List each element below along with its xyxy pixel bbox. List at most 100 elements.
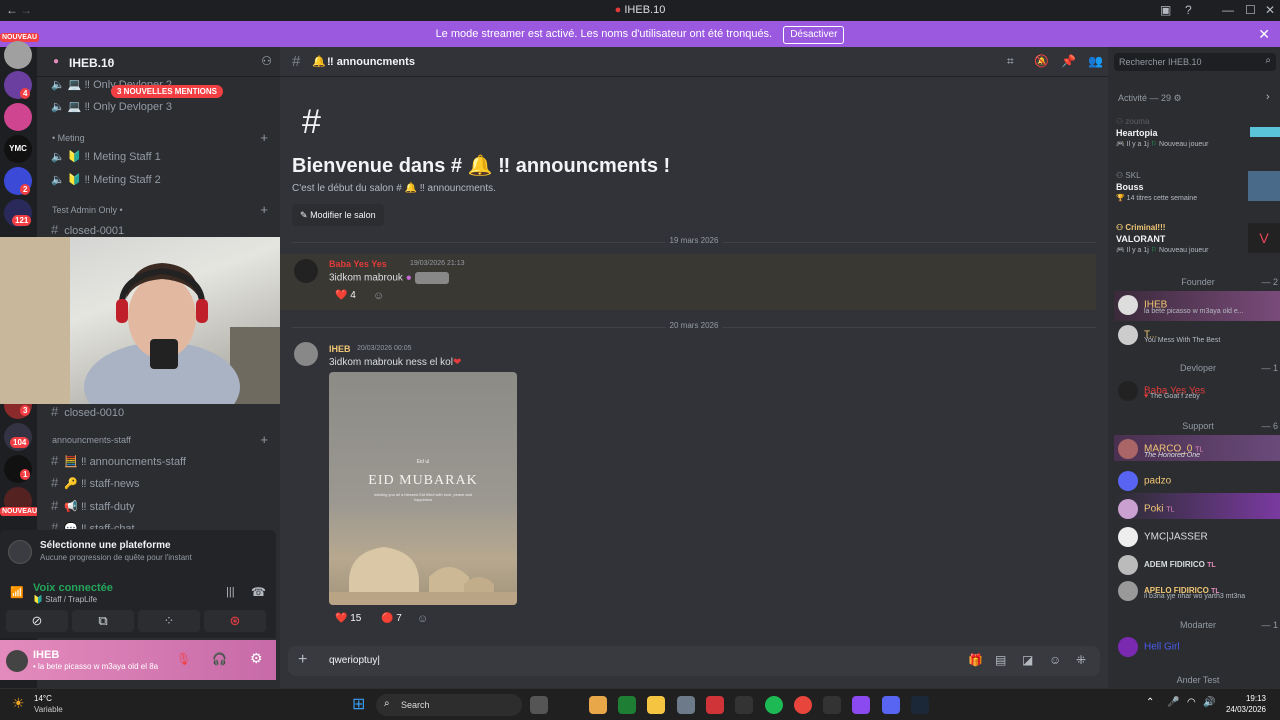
member-item[interactable]: Hell Girl	[1118, 637, 1180, 657]
activity-card[interactable]: ⚇ zouma Heartopia 🎮 Il y a 1j ⚐ Nouveau …	[1116, 117, 1280, 159]
reaction-custom[interactable]: 🔴 7	[375, 610, 408, 630]
spotify-icon[interactable]	[765, 696, 783, 714]
add-reaction-icon[interactable]: ☺	[373, 290, 384, 302]
inbox-icon[interactable]: ▣	[1160, 3, 1171, 17]
member-list-icon[interactable]: 👥	[1088, 54, 1103, 68]
text-channel[interactable]: # closed-0001	[51, 222, 124, 237]
soundboard-button[interactable]: ⊛	[204, 610, 266, 632]
new-mentions-pill[interactable]: 3 NOUVELLES MENTIONS	[111, 85, 224, 98]
disconnect-icon[interactable]: ☎	[251, 585, 266, 599]
add-member-icon[interactable]: ⚇	[261, 54, 272, 68]
search-box[interactable]: Rechercher IHEB.10 ⌕	[1114, 53, 1276, 71]
gift-icon[interactable]: 🎁	[968, 653, 983, 667]
weather-icon[interactable]: ☀	[12, 695, 25, 712]
wifi-icon[interactable]: ◠	[1187, 697, 1196, 708]
add-reaction-icon[interactable]: ☺	[417, 613, 428, 625]
chevron-up-icon[interactable]: ⌃	[1146, 697, 1154, 708]
text-channel[interactable]: # 💬 ‼ staff-chat	[51, 520, 135, 529]
clipchamp-icon[interactable]	[852, 696, 870, 714]
pin-icon[interactable]: 📌	[1061, 54, 1076, 68]
taskbar-search[interactable]: ⌕ Search	[376, 694, 522, 716]
add-channel-icon[interactable]: +	[260, 432, 268, 447]
quest-panel[interactable]: Sélectionne une plateforme Aucune progre…	[0, 530, 276, 574]
avatar[interactable]	[294, 259, 318, 283]
help-icon[interactable]: ?	[1185, 3, 1192, 17]
volume-icon[interactable]: 🔊	[1203, 697, 1215, 708]
voice-channel[interactable]: 🔈 🔰 ‼ Meting Staff 1	[51, 150, 161, 163]
member-item[interactable]: padzo	[1118, 471, 1171, 491]
server-icon[interactable]	[4, 41, 32, 69]
message-input[interactable]: qwerioptuy|	[329, 655, 380, 666]
voice-channel[interactable]: 🔈 🔰 ‼ Meting Staff 2	[51, 173, 161, 186]
activity-card[interactable]: ⚇ Criminal!!! VALORANT 🎮 Il y a 1j ⚐ Nou…	[1116, 223, 1280, 263]
message-highlighted[interactable]: Baba Yes Yes 19/03/2026 21:13 3idkom mab…	[280, 254, 1096, 310]
message-author[interactable]: IHEB	[329, 344, 351, 354]
apps-icon[interactable]: ⁜	[1076, 653, 1086, 667]
voice-channel-name[interactable]: 🔰 Staff / TrapLife	[33, 595, 97, 604]
activities-button[interactable]: ⁘	[138, 610, 200, 632]
member-item[interactable]: ADEM FIDIRICO TL	[1118, 555, 1216, 575]
app-icon[interactable]	[706, 696, 724, 714]
add-channel-icon[interactable]: +	[260, 130, 268, 145]
video-off-button[interactable]: ⊘	[6, 610, 68, 632]
discord-icon[interactable]	[882, 696, 900, 714]
windows-start-icon[interactable]: ⊞	[352, 694, 365, 714]
avatar[interactable]	[294, 342, 318, 366]
server-icon[interactable]	[4, 103, 32, 131]
server-header[interactable]: ● IHEB.10 ⌄ ⚇	[37, 47, 280, 77]
text-channel[interactable]: # 🔑 ‼ staff-news	[51, 475, 140, 490]
excel-icon[interactable]	[618, 696, 636, 714]
minimize-icon[interactable]: —	[1222, 3, 1234, 17]
member-item[interactable]: Poki TL	[1118, 499, 1174, 519]
member-item[interactable]: YMC|JASSER	[1118, 527, 1208, 547]
clock-date[interactable]: 24/03/2026	[1222, 705, 1266, 714]
gif-icon[interactable]: ▤	[995, 653, 1006, 667]
close-banner-icon[interactable]: ✕	[1258, 21, 1270, 47]
avatar[interactable]	[6, 650, 28, 672]
activity-header[interactable]: Activité — 29 ⚙	[1118, 93, 1182, 104]
text-channel[interactable]: # 🧮 ‼ announcments-staff	[51, 453, 186, 468]
category-staff[interactable]: announcments-staff	[52, 435, 131, 445]
app-icon[interactable]	[735, 696, 753, 714]
edit-channel-button[interactable]: ✎ Modifier le salon	[292, 204, 384, 226]
activity-card[interactable]: ⚇ SKL Bouss 🏆 14 titres cette semaine	[1116, 171, 1280, 207]
text-channel[interactable]: # closed-0010	[51, 404, 124, 419]
noise-suppression-icon[interactable]: |||	[226, 586, 235, 598]
sticker-icon[interactable]: ◪	[1022, 653, 1033, 667]
deafen-icon[interactable]: 🎧	[212, 652, 227, 666]
settings-app-icon[interactable]	[677, 696, 695, 714]
message-author[interactable]: Baba Yes Yes	[329, 259, 387, 269]
server-icon[interactable]: YMC	[4, 135, 32, 163]
text-channel[interactable]: # 📢 ‼ staff-duty	[51, 498, 135, 513]
chrome-icon[interactable]	[794, 696, 812, 714]
steam-icon[interactable]	[911, 696, 929, 714]
reaction-heart[interactable]: ❤️ 15	[329, 610, 367, 630]
capcut-icon[interactable]	[823, 696, 841, 714]
category-test-admin[interactable]: Test Admin Only •	[52, 205, 123, 215]
notifications-off-icon[interactable]: 🔕	[1034, 54, 1049, 68]
microphone-icon[interactable]: 🎤	[1167, 697, 1179, 708]
category-meting[interactable]: • Meting	[52, 133, 85, 143]
clock-time[interactable]: 19:13	[1222, 694, 1266, 703]
maximize-icon[interactable]: ☐	[1245, 3, 1256, 17]
emoji-icon[interactable]: ☺	[1049, 653, 1061, 667]
close-window-icon[interactable]: ✕	[1265, 3, 1275, 17]
voice-channel[interactable]: 🔈 💻 ‼ Only Devloper 3	[51, 100, 172, 113]
eid-image[interactable]: Eid ul EID MUBARAK wishing you all a ble…	[329, 372, 517, 605]
screen-share-button[interactable]: ⧉	[72, 610, 134, 632]
add-channel-icon[interactable]: +	[260, 202, 268, 217]
attach-plus-icon[interactable]: +	[298, 651, 307, 669]
search-input[interactable]: Rechercher IHEB.10	[1119, 57, 1202, 67]
file-explorer-icon[interactable]	[647, 696, 665, 714]
task-view-icon[interactable]	[530, 696, 548, 714]
settings-gear-icon[interactable]: ⚙	[250, 650, 263, 667]
avatar	[1118, 439, 1138, 459]
threads-icon[interactable]: ⌗	[1007, 54, 1014, 69]
signal-icon[interactable]: 📶	[10, 586, 24, 599]
copilot-icon[interactable]	[589, 696, 607, 714]
disable-streamer-button[interactable]: Désactiver	[783, 26, 845, 44]
search-icon[interactable]: ⌕	[1265, 55, 1271, 66]
chevron-right-icon[interactable]: ›	[1266, 91, 1270, 103]
mute-mic-icon[interactable]: 🎙	[176, 652, 191, 666]
reaction-heart[interactable]: ❤️ 4	[329, 287, 362, 307]
